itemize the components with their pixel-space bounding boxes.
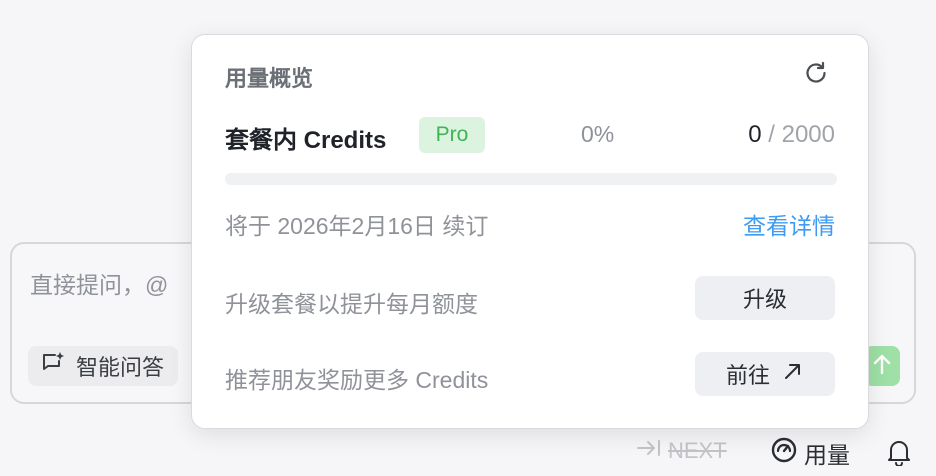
referral-hint-text: 推荐朋友奖励更多 Credits <box>225 367 489 393</box>
credits-used: 0 <box>748 121 762 148</box>
popover-title: 用量概览 <box>225 66 314 91</box>
referral-go-label: 前往 <box>725 363 770 388</box>
refresh-button[interactable] <box>802 61 830 89</box>
upgrade-button[interactable]: 升级 <box>695 276 835 320</box>
next-link[interactable]: NEXT <box>636 438 727 464</box>
usage-label: 用量 <box>804 442 850 468</box>
usage-button[interactable]: 用量 <box>770 436 850 470</box>
notification-button[interactable] <box>886 438 912 471</box>
plan-badge: Pro <box>419 117 485 153</box>
credits-total: / 2000 <box>761 121 835 148</box>
refresh-icon <box>803 60 829 91</box>
sparkle-chat-icon <box>40 350 66 382</box>
bell-icon <box>886 441 912 470</box>
smart-qa-chip[interactable]: 智能问答 <box>28 346 179 386</box>
arrow-up-icon <box>873 353 891 380</box>
usage-percent: 0% <box>581 121 615 147</box>
next-label: NEXT <box>668 438 727 463</box>
gauge-icon <box>770 436 798 470</box>
tab-arrow-icon <box>636 438 662 464</box>
credits-count: 0 / 2000 <box>748 121 835 149</box>
plan-credits-label: 套餐内 Credits <box>225 127 387 154</box>
referral-go-button[interactable]: 前往 <box>695 352 835 396</box>
renewal-date-text: 将于 2026年2月16日 续订 <box>225 213 489 239</box>
usage-overview-popover: 用量概览 套餐内 Credits Pro 0% 0 / 2000 将于 2026… <box>191 34 869 429</box>
chat-input-placeholder: 直接提问，@ <box>30 272 169 298</box>
view-details-link[interactable]: 查看详情 <box>743 207 835 241</box>
send-button[interactable] <box>864 346 900 386</box>
arrow-up-right-icon <box>782 360 804 388</box>
smart-qa-label: 智能问答 <box>76 355 165 380</box>
upgrade-button-label: 升级 <box>742 287 787 312</box>
usage-progress-bar <box>225 173 837 185</box>
upgrade-hint-text: 升级套餐以提升每月额度 <box>225 291 478 317</box>
bottom-bar: NEXT 用量 <box>0 436 936 470</box>
